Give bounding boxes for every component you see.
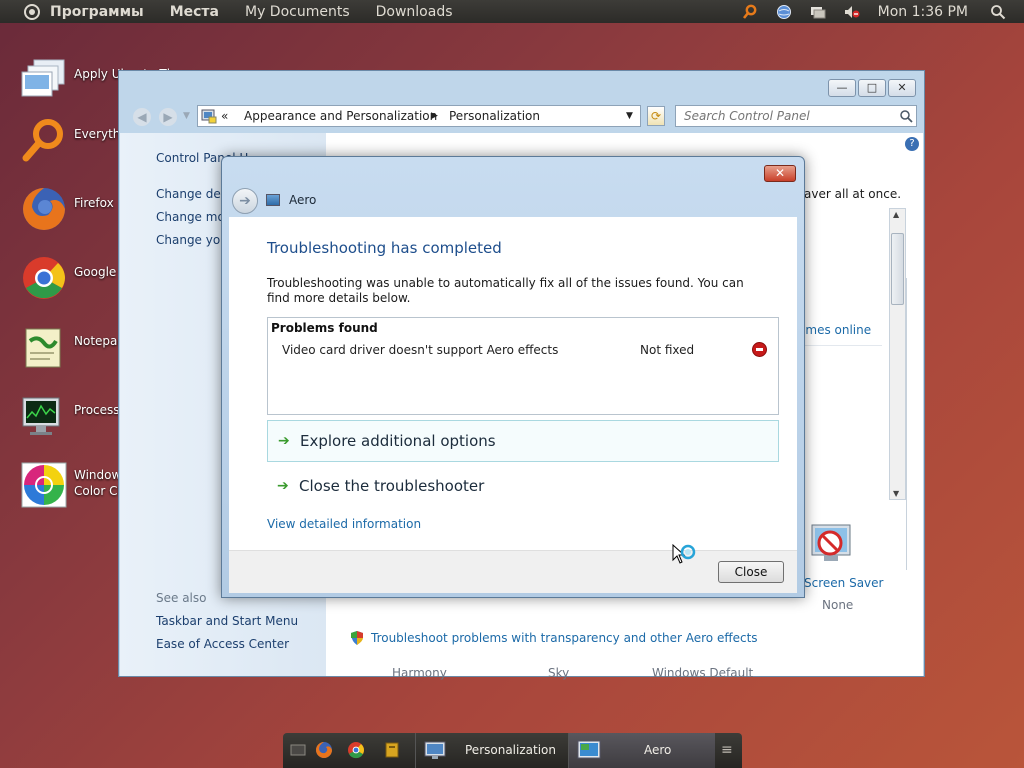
control-panel-icon — [201, 109, 217, 124]
busy-cursor-icon — [672, 544, 696, 564]
scroll-thumb[interactable] — [891, 233, 904, 305]
view-detailed-information-link[interactable]: View detailed information — [267, 517, 421, 531]
change-account-picture-link[interactable]: Change you — [156, 233, 228, 247]
notepad-icon — [25, 328, 61, 368]
search-tray-icon[interactable] — [742, 4, 758, 20]
clock[interactable]: Mon 1:36 PM — [878, 4, 968, 20]
intro-text: aver all at once. — [804, 187, 902, 201]
problem-name[interactable]: Video card driver doesn't support Aero e… — [282, 343, 558, 357]
option-label: Close the troubleshooter — [299, 477, 485, 495]
theme-windows-default[interactable]: Windows Default — [652, 666, 753, 680]
back-arrow-icon[interactable]: ➔ — [232, 188, 258, 214]
problems-found-box: Problems found Video card driver doesn't… — [267, 317, 779, 415]
desktop-icon-label: Firefox — [74, 196, 114, 210]
navigation-bar: ◀ ▶ ▼ « Appearance and Personalization ▶… — [119, 101, 924, 133]
firefox-icon[interactable] — [315, 741, 333, 759]
theme-harmony[interactable]: Harmony — [392, 666, 447, 680]
dialog-heading: Troubleshooting has completed — [267, 239, 502, 257]
taskbar-task-personalization[interactable]: Personalization — [415, 733, 568, 768]
chrome-icon[interactable] — [347, 741, 365, 759]
forward-arrow-icon[interactable]: ▶ — [159, 108, 177, 126]
breadcrumb-appearance[interactable]: Appearance and Personalization — [244, 109, 437, 123]
ubuntu-logo-icon[interactable] — [24, 3, 40, 20]
divider — [798, 345, 882, 346]
ease-of-access-link[interactable]: Ease of Access Center — [156, 637, 289, 651]
volume-muted-icon[interactable] — [844, 4, 860, 20]
taskbar-task-aero[interactable]: Aero — [568, 733, 715, 768]
option-label: Explore additional options — [300, 432, 496, 450]
menu-programs[interactable]: Программы — [50, 4, 144, 20]
get-themes-online-link[interactable]: emes online — [798, 323, 871, 337]
search-input[interactable] — [682, 108, 886, 124]
shield-icon — [351, 631, 363, 645]
aero-icon — [577, 740, 601, 759]
problem-status: Not fixed — [640, 343, 695, 357]
maximize-button[interactable]: □ — [858, 79, 886, 97]
search-magnifier-icon — [22, 119, 63, 162]
aero-troubleshooter-dialog: ✕ ➔ Aero Troubleshooting has completed T… — [221, 156, 805, 598]
menu-places[interactable]: Места — [170, 4, 219, 20]
show-desktop-icon[interactable] — [289, 741, 307, 759]
close-button[interactable]: Close — [718, 561, 784, 583]
problems-header: Problems found — [271, 321, 378, 335]
dialog-close-icon[interactable]: ✕ — [764, 165, 796, 182]
search-icon[interactable] — [899, 109, 913, 123]
theme-list-scrollbar[interactable]: ▲ ▼ — [889, 208, 906, 500]
archive-icon[interactable] — [383, 741, 401, 759]
search-icon[interactable] — [990, 4, 1006, 20]
chrome-icon — [23, 257, 65, 299]
minimize-button[interactable]: — — [828, 79, 856, 97]
dialog-title: Aero — [289, 193, 317, 207]
refresh-icon[interactable]: ⟳ — [647, 106, 665, 126]
breadcrumb-overflow[interactable]: « — [221, 109, 228, 123]
dialog-footer: Close — [229, 550, 797, 593]
error-stop-icon — [752, 342, 767, 357]
close-window-button[interactable]: ✕ — [888, 79, 916, 97]
network-globe-icon[interactable] — [776, 4, 792, 20]
desktop-icon-label: Process — [74, 403, 120, 417]
green-arrow-icon: ➔ — [278, 433, 290, 449]
scroll-up-icon[interactable]: ▲ — [893, 210, 899, 219]
dialog-body: Troubleshooting has completed Troublesho… — [229, 217, 797, 550]
troubleshoot-aero-link[interactable]: Troubleshoot problems with transparency … — [371, 631, 758, 645]
taskbar-start-menu-link[interactable]: Taskbar and Start Menu — [156, 614, 298, 628]
taskbar-menu-icon[interactable]: ≡ — [721, 742, 733, 758]
top-panel: Программы Места My Documents Downloads M… — [0, 0, 1024, 23]
address-bar[interactable]: « Appearance and Personalization ▶ Perso… — [197, 105, 641, 127]
window-caption-buttons: — □ ✕ — [828, 79, 916, 97]
green-arrow-icon: ➔ — [277, 478, 289, 494]
close-troubleshooter-button[interactable]: ➔ Close the troubleshooter — [267, 466, 779, 508]
screen-saver-icon[interactable] — [808, 521, 856, 569]
firefox-icon — [23, 188, 65, 230]
recent-pages-dropdown-icon[interactable]: ▼ — [183, 111, 190, 121]
menu-my-documents[interactable]: My Documents — [245, 4, 350, 20]
breadcrumb-separator-icon[interactable]: ▶ — [431, 111, 438, 121]
breadcrumb-personalization[interactable]: Personalization — [449, 109, 540, 123]
aero-icon — [266, 194, 280, 206]
process-monitor-icon — [22, 397, 60, 435]
see-also-heading: See also — [156, 591, 207, 605]
address-dropdown-icon[interactable]: ▼ — [626, 111, 633, 121]
task-label: Personalization — [465, 743, 556, 757]
scroll-down-icon[interactable]: ▼ — [893, 489, 899, 498]
themes-icon — [21, 59, 65, 97]
theme-sky[interactable]: Sky — [548, 666, 569, 680]
screen-saver-link[interactable]: Screen Saver — [804, 576, 883, 590]
screen-saver-value: None — [822, 598, 854, 612]
desktop-icon-label: Notepac — [74, 334, 124, 348]
messages-icon[interactable] — [810, 4, 826, 20]
explore-options-button[interactable]: ➔ Explore additional options — [267, 420, 779, 462]
search-box — [675, 105, 917, 127]
task-label: Aero — [644, 743, 672, 757]
help-icon[interactable]: ? — [905, 137, 919, 151]
control-panel-icon — [424, 741, 446, 759]
color-wheel-icon — [21, 462, 67, 508]
back-arrow-icon[interactable]: ◀ — [133, 108, 151, 126]
menu-downloads[interactable]: Downloads — [376, 4, 453, 20]
dialog-description: Troubleshooting was unable to automatica… — [267, 276, 744, 305]
taskbar: Personalization Aero ≡ — [283, 733, 742, 768]
